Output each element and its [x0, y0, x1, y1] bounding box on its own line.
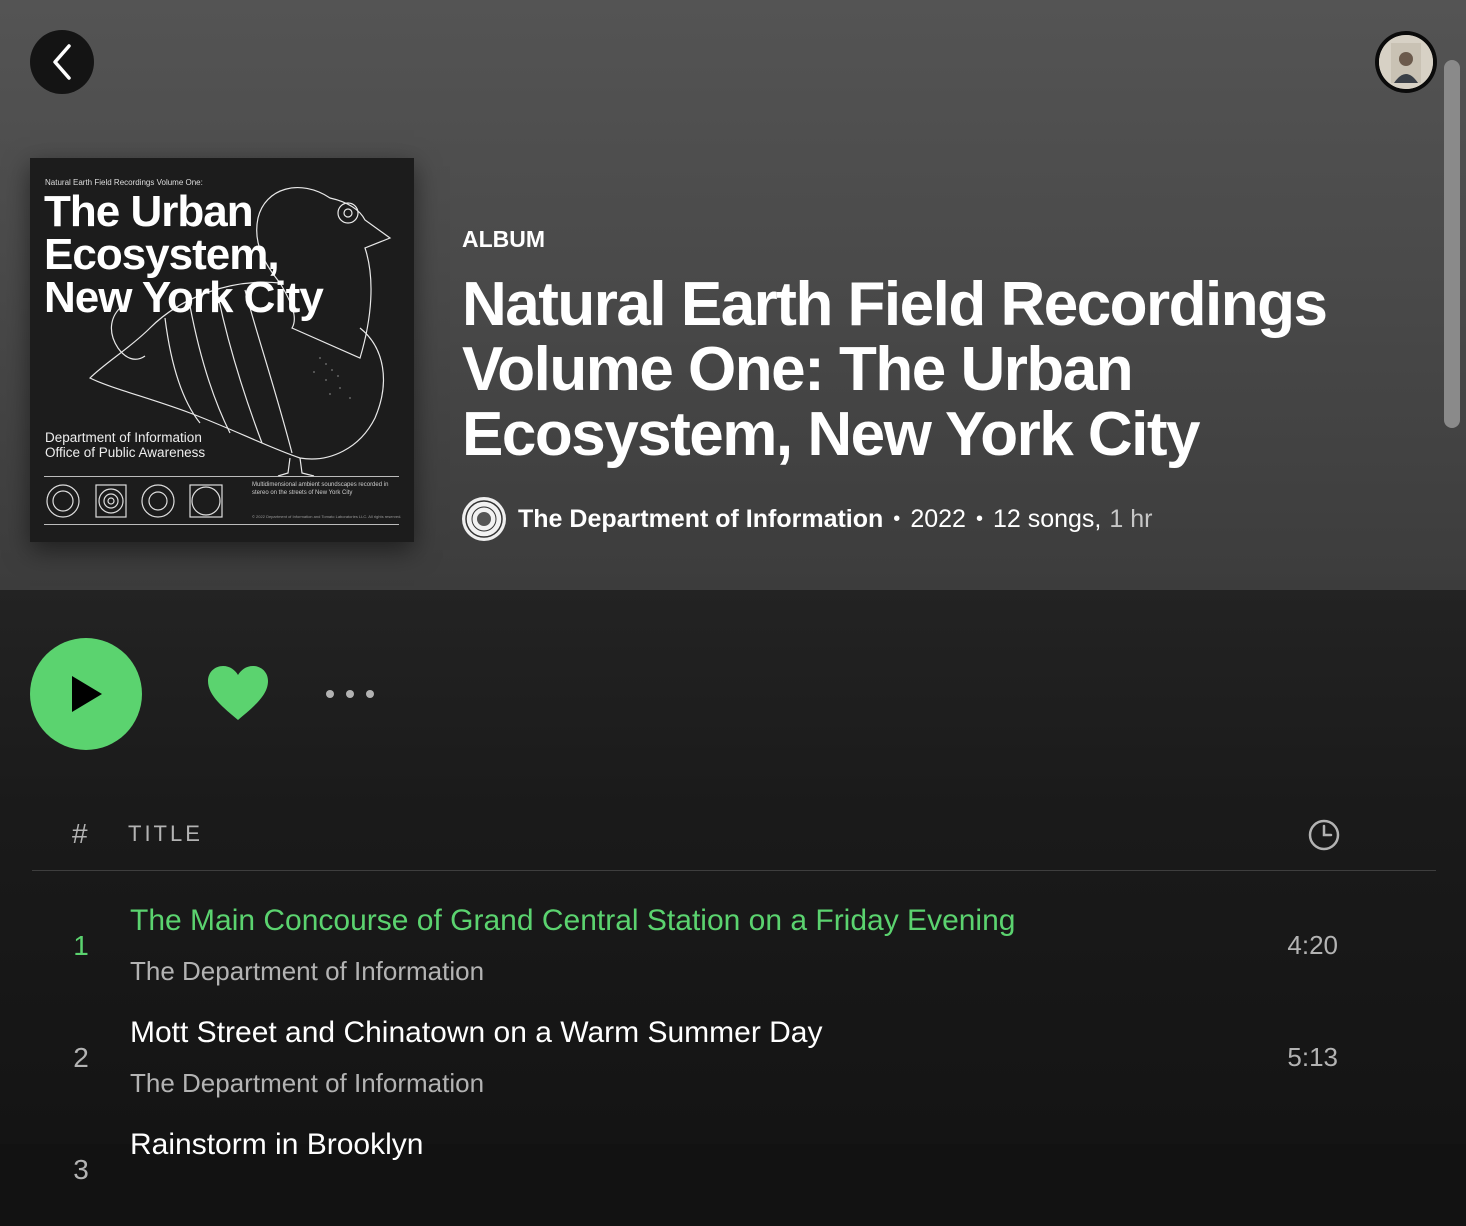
play-button[interactable]: [30, 638, 142, 750]
column-header-title: TITLE: [128, 821, 203, 846]
play-icon: [72, 676, 102, 712]
separator-dot: •: [893, 507, 901, 530]
song-count: 12 songs,: [992, 504, 1102, 533]
scrollbar-thumb[interactable]: [1444, 60, 1460, 428]
artist-seal-icon[interactable]: [462, 497, 506, 541]
album-duration: 1 hr: [1109, 504, 1153, 533]
tracklist-divider: [32, 870, 1436, 871]
user-avatar-button[interactable]: [1375, 31, 1437, 93]
release-year: 2022: [910, 504, 966, 533]
like-button[interactable]: [204, 662, 272, 726]
track-row[interactable]: 3 Rainstorm in Brooklyn: [0, 1114, 1466, 1226]
more-options-button[interactable]: [318, 680, 382, 708]
cover-copyright: © 2022 Department of Information and Tom…: [252, 514, 402, 519]
track-row[interactable]: 1 The Main Concourse of Grand Central St…: [0, 890, 1466, 1002]
cover-department: Department of Information Office of Publ…: [45, 430, 206, 460]
track-title[interactable]: The Main Concourse of Grand Central Stat…: [130, 904, 1015, 938]
chevron-left-icon: [53, 44, 71, 80]
track-number: 1: [73, 930, 89, 961]
cover-divider: [44, 524, 399, 525]
artist-link[interactable]: The Department of Information: [518, 505, 883, 534]
more-horizontal-icon: [326, 690, 334, 698]
track-title[interactable]: Mott Street and Chinatown on a Warm Summ…: [130, 1016, 823, 1050]
cover-description: Multidimensional ambient soundscapes rec…: [252, 482, 389, 496]
album-cover: Natural Earth Field Recordings Volume On…: [30, 158, 414, 542]
track-artist[interactable]: The Department of Information: [130, 956, 484, 987]
column-header-number: #: [72, 818, 88, 849]
track-duration: 5:13: [1287, 1042, 1338, 1072]
track-artist[interactable]: The Department of Information: [130, 1068, 484, 1099]
album-meta: The Department of Information • 2022 • 1…: [462, 497, 1153, 541]
clock-icon: [1308, 819, 1340, 851]
separator-dot: •: [975, 507, 983, 530]
back-button[interactable]: [30, 30, 94, 94]
track-number: 2: [73, 1042, 89, 1073]
track-duration: 4:20: [1287, 930, 1338, 960]
cover-divider: [44, 476, 399, 477]
album-type-label: ALBUM: [462, 226, 546, 252]
track-title[interactable]: Rainstorm in Brooklyn: [130, 1128, 423, 1162]
track-row[interactable]: 2 Mott Street and Chinatown on a Warm Su…: [0, 1002, 1466, 1114]
track-number: 3: [73, 1154, 89, 1185]
cover-title: The Urban Ecosystem, New York City: [44, 187, 324, 322]
cover-subtitle: Natural Earth Field Recordings Volume On…: [45, 178, 203, 187]
album-title: Natural Earth Field Recordings Volume On…: [462, 270, 1328, 469]
avatar-icon: [1379, 35, 1433, 89]
heart-icon: [208, 666, 268, 720]
